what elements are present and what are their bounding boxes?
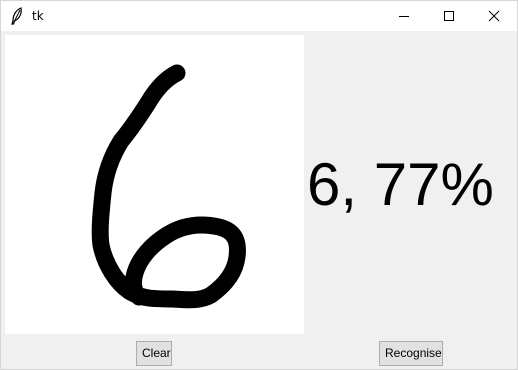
window-title: tk — [32, 9, 44, 23]
clear-button[interactable]: Clear — [136, 341, 172, 366]
minimize-button[interactable] — [381, 1, 427, 31]
minimize-icon — [398, 10, 410, 22]
close-button[interactable] — [471, 1, 517, 31]
recognise-button[interactable]: Recognise — [379, 341, 443, 366]
close-icon — [488, 10, 500, 22]
app-window: tk 6, 77% Clear Recognise — [0, 0, 518, 370]
feather-icon — [10, 7, 24, 25]
maximize-button[interactable] — [426, 1, 472, 31]
handwritten-digit-drawing — [91, 64, 246, 309]
prediction-result: 6, 77% — [307, 151, 494, 218]
maximize-icon — [443, 10, 455, 22]
title-bar[interactable]: tk — [1, 1, 517, 31]
drawing-canvas[interactable] — [5, 35, 304, 334]
